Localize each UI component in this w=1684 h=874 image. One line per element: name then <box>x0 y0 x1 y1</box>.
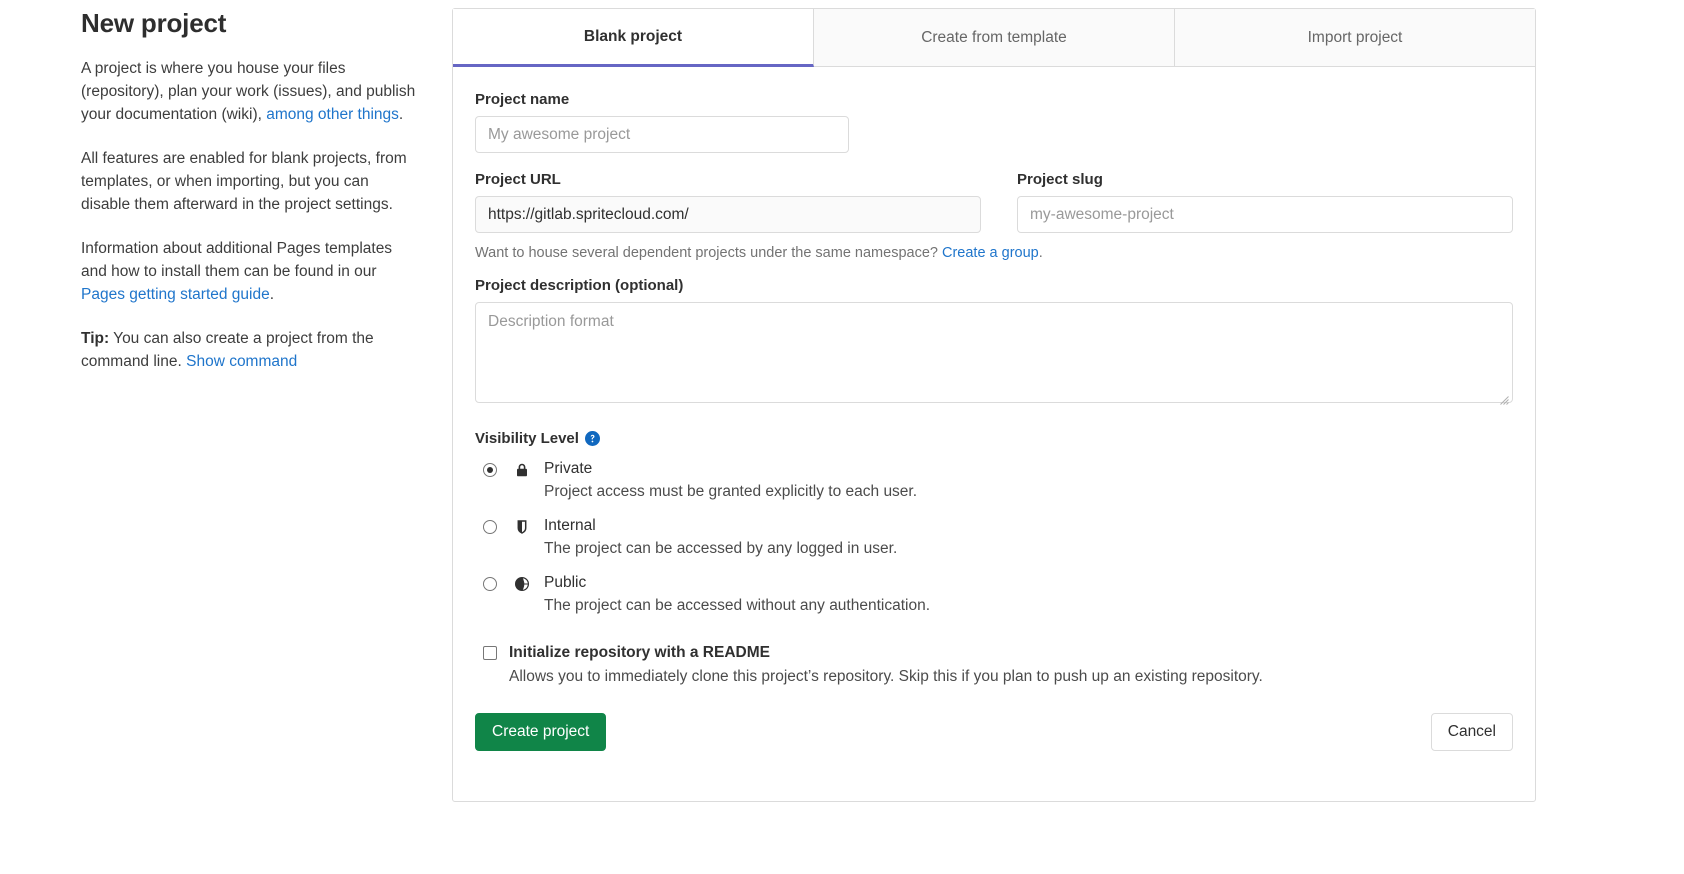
readme-label[interactable]: Initialize repository with a README <box>509 644 770 662</box>
project-slug-input[interactable] <box>1017 196 1513 233</box>
namespace-hint-end: . <box>1038 245 1043 261</box>
blank-project-form: Project name Project URL Project slug Wa… <box>453 67 1535 779</box>
project-url-field-group: Project URL <box>475 171 981 233</box>
tab-import-project[interactable]: Import project <box>1175 9 1535 66</box>
create-project-button[interactable]: Create project <box>475 713 607 751</box>
among-other-things-link[interactable]: among other things <box>266 106 399 123</box>
initialize-readme-group: Initialize repository with a README Allo… <box>475 644 1513 687</box>
project-description-field-group: Project description (optional) <box>475 277 1513 408</box>
visibility-internal-texts: Internal The project can be accessed by … <box>544 516 1513 559</box>
cancel-button[interactable]: Cancel <box>1430 713 1513 751</box>
info-paragraph-pages: Information about additional Pages templ… <box>81 237 421 306</box>
initialize-readme-row[interactable]: Initialize repository with a README <box>475 644 1513 662</box>
info-paragraph-tip: Tip: You can also create a project from … <box>81 327 421 373</box>
visibility-internal-name: Internal <box>544 517 596 534</box>
project-type-tabs: Blank project Create from template Impor… <box>453 9 1535 67</box>
pages-getting-started-guide-link[interactable]: Pages getting started guide <box>81 286 270 303</box>
project-url-label: Project URL <box>475 171 561 188</box>
new-project-page: New project A project is where you house… <box>0 0 1684 874</box>
namespace-hint-text: Want to house several dependent projects… <box>475 245 942 261</box>
project-name-input[interactable] <box>475 116 849 153</box>
tab-blank-project[interactable]: Blank project <box>453 9 814 67</box>
visibility-level-label: Visibility Level <box>475 430 579 447</box>
visibility-header: Visibility Level <box>475 430 1513 447</box>
visibility-internal-desc: The project can be accessed by any logge… <box>544 540 898 557</box>
readme-checkbox[interactable] <box>483 646 497 660</box>
visibility-option-public[interactable]: Public The project can be accessed witho… <box>475 573 1513 616</box>
question-circle-icon[interactable] <box>584 431 600 446</box>
radio-internal[interactable] <box>483 520 497 534</box>
tip-label: Tip: <box>81 330 110 347</box>
info-paragraph-1-end: . <box>398 106 404 123</box>
visibility-private-texts: Private Project access must be granted e… <box>544 459 1513 502</box>
info-sidebar: New project A project is where you house… <box>81 8 421 373</box>
globe-icon <box>513 575 530 592</box>
visibility-option-private[interactable]: Private Project access must be granted e… <box>475 459 1513 502</box>
radio-public[interactable] <box>483 577 497 591</box>
shield-icon <box>513 518 530 535</box>
description-textarea-wrapper <box>475 302 1513 408</box>
project-slug-label: Project slug <box>1017 171 1103 188</box>
visibility-option-internal[interactable]: Internal The project can be accessed by … <box>475 516 1513 559</box>
visibility-public-name: Public <box>544 574 587 591</box>
namespace-hint: Want to house several dependent projects… <box>475 243 1513 263</box>
visibility-private-desc: Project access must be granted explicitl… <box>544 483 918 500</box>
new-project-panel: Blank project Create from template Impor… <box>452 8 1536 802</box>
show-command-link[interactable]: Show command <box>186 353 297 370</box>
create-a-group-link[interactable]: Create a group <box>942 245 1039 261</box>
info-paragraph-3-text: Information about additional Pages templ… <box>81 240 393 280</box>
visibility-public-desc: The project can be accessed without any … <box>544 597 931 614</box>
project-name-label: Project name <box>475 91 570 108</box>
form-actions: Create project Cancel <box>475 713 1513 779</box>
project-description-label: Project description (optional) <box>475 277 684 294</box>
info-paragraph-about-projects: A project is where you house your files … <box>81 57 421 126</box>
project-slug-field-group: Project slug <box>1017 171 1513 233</box>
tab-create-from-template[interactable]: Create from template <box>814 9 1175 66</box>
project-description-textarea[interactable] <box>475 302 1513 403</box>
page-title: New project <box>81 8 227 38</box>
visibility-public-texts: Public The project can be accessed witho… <box>544 573 1513 616</box>
url-slug-row: Project URL Project slug <box>475 171 1513 233</box>
readme-description: Allows you to immediately clone this pro… <box>509 668 1263 685</box>
lock-icon <box>513 461 530 478</box>
info-paragraph-3-end: . <box>269 286 275 303</box>
project-url-input[interactable] <box>475 196 981 233</box>
info-paragraph-features: All features are enabled for blank proje… <box>81 150 407 213</box>
radio-private[interactable] <box>483 463 497 477</box>
visibility-private-name: Private <box>544 460 593 477</box>
project-name-field-group: Project name <box>475 91 1513 153</box>
